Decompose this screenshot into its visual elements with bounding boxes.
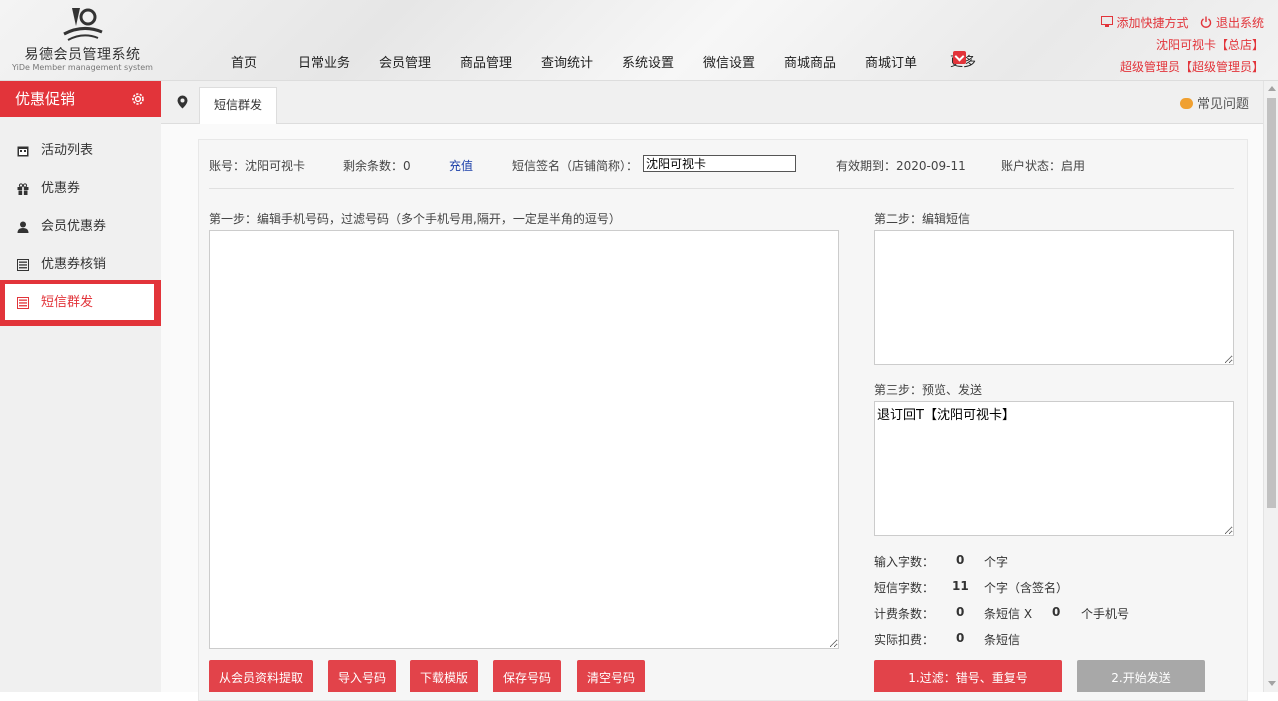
- scrollbar-thumb[interactable]: [1267, 98, 1276, 508]
- step1-label: 第一步：编辑手机号码，过滤号码（多个手机号用,隔开，一定是半角的逗号）: [209, 212, 621, 226]
- scroll-down-icon[interactable]: [1268, 681, 1276, 686]
- gift-icon: [17, 183, 29, 195]
- sidebar-title: 优惠促销: [0, 81, 161, 117]
- nav-products[interactable]: 商品管理: [460, 52, 512, 71]
- actual-charge-unit: 条短信: [984, 633, 1021, 647]
- monitor-icon: [1100, 16, 1113, 27]
- scroll-up-icon[interactable]: [1268, 86, 1276, 91]
- recharge-link[interactable]: 充值: [449, 157, 473, 174]
- expiry-text: 有效期到：2020-09-11: [836, 159, 966, 173]
- sidebar-title-label: 优惠促销: [15, 90, 76, 108]
- user-icon: [17, 221, 29, 233]
- sms-count-value: 11: [952, 579, 969, 593]
- admin-name: 超级管理员【超级管理员】: [1119, 60, 1264, 74]
- sms-count-unit: 个字（含签名）: [984, 581, 1069, 595]
- nav-wechat[interactable]: 微信设置: [703, 52, 755, 71]
- actual-charge-label: 实际扣费：: [874, 633, 935, 647]
- sidebar-item-label: 优惠券核销: [41, 257, 107, 272]
- logout-link[interactable]: 退出系统: [1200, 16, 1264, 30]
- location-pin-icon[interactable]: [177, 95, 188, 109]
- signature-input[interactable]: [643, 155, 796, 172]
- extract-from-members-button[interactable]: 从会员资料提取: [209, 660, 313, 692]
- user-area: 添加快捷方式 退出系统 沈阳可视卡【总店】 超级管理员【超级管理员】: [1100, 12, 1264, 78]
- sidebar-item-label: 短信群发: [41, 295, 94, 310]
- nav-daily[interactable]: 日常业务: [298, 52, 350, 71]
- input-count-unit: 个字: [984, 555, 1009, 569]
- download-template-button[interactable]: 下载模版: [410, 660, 478, 692]
- nav-home[interactable]: 首页: [231, 52, 257, 71]
- billing-count-unit: 条短信 X: [984, 607, 1033, 621]
- store-name: 沈阳可视卡【总店】: [1155, 38, 1264, 52]
- sidebar-item-member-coupons[interactable]: 会员优惠券: [0, 208, 161, 246]
- remaining-text: 剩余条数：0: [343, 159, 411, 173]
- nav-members[interactable]: 会员管理: [379, 52, 431, 71]
- clear-numbers-button[interactable]: 清空号码: [577, 660, 645, 692]
- phone-numbers-textarea[interactable]: [209, 230, 839, 649]
- account-text: 账号：沈阳可视卡: [209, 159, 306, 173]
- faq-label: 常见问题: [1196, 97, 1249, 112]
- sms-count-label: 短信字数：: [874, 581, 935, 595]
- billing-count-label: 计费条数：: [874, 607, 935, 621]
- add-shortcut-link[interactable]: 添加快捷方式: [1100, 16, 1189, 30]
- logo-name: 易德会员管理系统: [24, 47, 141, 63]
- save-numbers-button[interactable]: 保存号码: [493, 660, 561, 692]
- nav-settings[interactable]: 系统设置: [622, 52, 674, 71]
- input-count-label: 输入字数：: [874, 555, 935, 569]
- step2-label: 第二步：编辑短信: [874, 212, 971, 226]
- scrollbar[interactable]: [1263, 81, 1278, 692]
- nav-stats[interactable]: 查询统计: [541, 52, 593, 71]
- list-icon: [17, 297, 29, 309]
- signature-label: 短信签名（店铺简称）：: [512, 159, 639, 173]
- sms-content-textarea[interactable]: [874, 230, 1234, 365]
- list-icon: [17, 259, 29, 271]
- step3-label: 第三步：预览、发送: [874, 383, 983, 397]
- nav-mall-products[interactable]: 商城商品: [784, 52, 836, 71]
- tab-bar: 短信群发 常见问题: [161, 81, 1263, 125]
- add-shortcut-label: 添加快捷方式: [1116, 16, 1189, 30]
- sidebar-item-coupon-redeem[interactable]: 优惠券核销: [0, 246, 161, 284]
- logo-subtitle: YiDe Member management system: [12, 63, 153, 72]
- sidebar-item-label: 会员优惠券: [41, 219, 107, 234]
- logo-mark-icon: [62, 8, 103, 41]
- sidebar-item-label: 活动列表: [41, 143, 94, 158]
- sidebar-item-sms[interactable]: 短信群发: [0, 280, 161, 326]
- chevron-down-icon: [953, 51, 966, 64]
- faq-link[interactable]: 常见问题: [1179, 93, 1249, 112]
- sidebar-item-label: 优惠券: [41, 181, 81, 196]
- sidebar-item-coupons[interactable]: 优惠券: [0, 170, 161, 208]
- filter-numbers-button[interactable]: 1.过滤：错号、重复号: [874, 660, 1062, 692]
- gear-icon[interactable]: [130, 91, 146, 107]
- account-status-text: 账户状态：启用: [1001, 159, 1086, 173]
- top-header: 易德会员管理系统 YiDe Member management system 首…: [0, 0, 1278, 81]
- start-send-button[interactable]: 2.开始发送: [1077, 660, 1205, 692]
- logout-label: 退出系统: [1215, 16, 1264, 30]
- phones-count-value: 0: [1052, 605, 1061, 619]
- calendar-icon: [17, 146, 29, 157]
- phones-count-unit: 个手机号: [1081, 607, 1130, 621]
- nav-mall-orders[interactable]: 商城订单: [865, 52, 917, 71]
- import-numbers-button[interactable]: 导入号码: [328, 660, 396, 692]
- power-icon: [1200, 16, 1212, 28]
- sidebar: 优惠促销 活动列表 优惠券 会员优惠券 优惠券核销 短信群发: [0, 81, 162, 692]
- input-count-value: 0: [956, 553, 965, 567]
- sidebar-item-activities[interactable]: 活动列表: [0, 132, 161, 170]
- logo: 易德会员管理系统 YiDe Member management system: [10, 4, 155, 78]
- tab-sms[interactable]: 短信群发: [199, 87, 277, 125]
- chat-bubble-icon: [1179, 98, 1193, 109]
- actual-charge-value: 0: [956, 631, 965, 645]
- billing-count-value: 0: [956, 605, 965, 619]
- preview-textarea[interactable]: [874, 401, 1234, 536]
- divider: [209, 188, 1234, 189]
